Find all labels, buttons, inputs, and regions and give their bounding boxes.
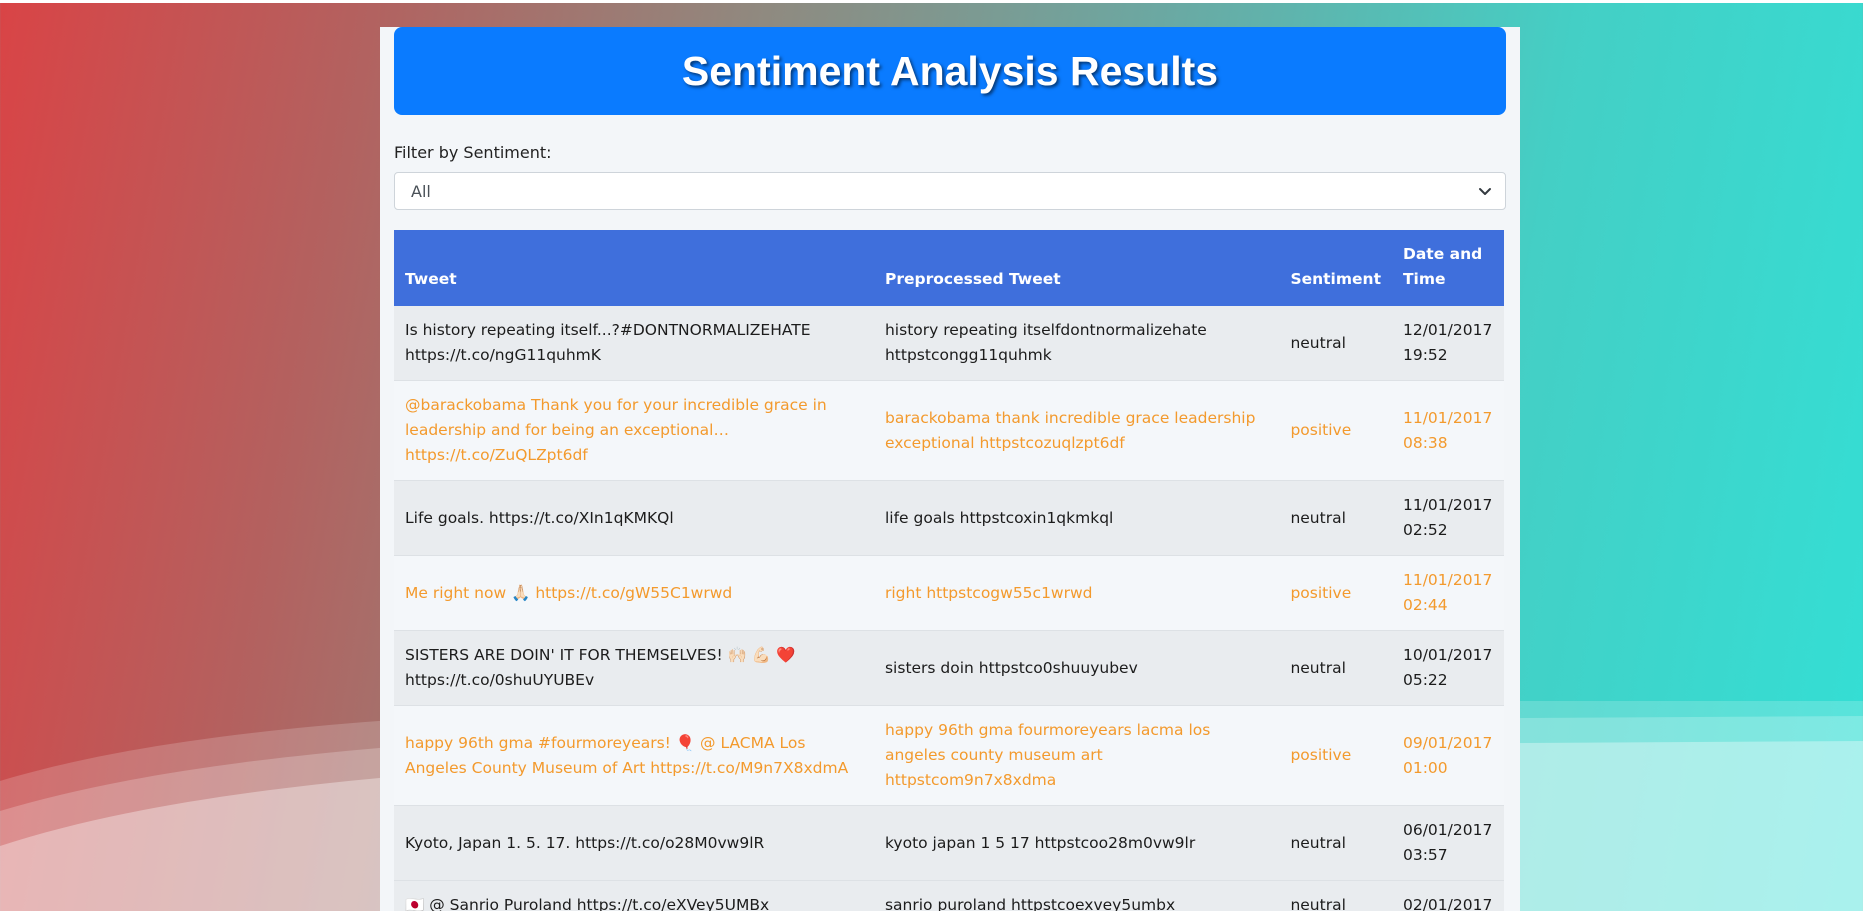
column-header-datetime: Date and Time — [1391, 230, 1504, 306]
sentiment-cell: neutral — [1279, 630, 1392, 706]
preprocessed-cell: history repeating itselfdontnormalizehat… — [873, 306, 1280, 381]
datetime-cell: 11/01/2017 02:52 — [1391, 480, 1504, 556]
datetime-cell: 12/01/2017 19:52 — [1391, 306, 1504, 381]
preprocessed-cell: kyoto japan 1 5 17 httpstcoo28m0vw9lr — [873, 805, 1280, 881]
table-row: Is history repeating itself...?#DONTNORM… — [394, 306, 1504, 381]
table-row: happy 96th gma #fourmoreyears! 🎈 @ LACMA… — [394, 705, 1504, 806]
column-header-sentiment: Sentiment — [1279, 230, 1392, 306]
preprocessed-cell: life goals httpstcoxin1qkmkql — [873, 480, 1280, 556]
column-header-tweet: Tweet — [394, 230, 874, 306]
column-header-preprocessed: Preprocessed Tweet — [873, 230, 1280, 306]
tweet-cell: Is history repeating itself...?#DONTNORM… — [394, 306, 874, 381]
sentiment-cell: neutral — [1279, 306, 1392, 381]
table-row: @barackobama Thank you for your incredib… — [394, 380, 1504, 481]
preprocessed-cell: barackobama thank incredible grace leade… — [873, 380, 1280, 481]
sentiment-cell: neutral — [1279, 480, 1392, 556]
sentiment-filter-select[interactable]: All — [394, 172, 1506, 210]
sentiment-cell: positive — [1279, 705, 1392, 806]
tweet-cell: SISTERS ARE DOIN' IT FOR THEMSELVES! 🙌🏻 … — [394, 630, 874, 706]
tweet-cell: Me right now 🙏🏻 https://t.co/gW55C1wrwd — [394, 555, 874, 631]
chevron-down-icon — [1479, 188, 1491, 195]
sentiment-filter-value: All — [411, 181, 431, 201]
preprocessed-cell: sanrio puroland httpstcoexvey5umbx — [873, 880, 1280, 911]
tweet-cell: Life goals. https://t.co/XIn1qKMKQl — [394, 480, 874, 556]
top-strip — [0, 0, 1863, 3]
tweet-cell: Kyoto, Japan 1. 5. 17. https://t.co/o28M… — [394, 805, 874, 881]
datetime-cell: 02/01/2017 — [1391, 880, 1504, 911]
table-row: SISTERS ARE DOIN' IT FOR THEMSELVES! 🙌🏻 … — [394, 630, 1504, 706]
page-title: Sentiment Analysis Results — [681, 47, 1219, 94]
tweet-cell: @barackobama Thank you for your incredib… — [394, 380, 874, 481]
tweet-cell: 🇯🇵 @ Sanrio Puroland https://t.co/eXVey5… — [394, 880, 874, 911]
datetime-cell: 06/01/2017 03:57 — [1391, 805, 1504, 881]
results-table: Tweet Preprocessed Tweet Sentiment Date … — [394, 230, 1504, 911]
table-row: Kyoto, Japan 1. 5. 17. https://t.co/o28M… — [394, 805, 1504, 881]
table-row: 🇯🇵 @ Sanrio Puroland https://t.co/eXVey5… — [394, 880, 1504, 911]
sentiment-cell: positive — [1279, 555, 1392, 631]
results-card: Sentiment Analysis Results Filter by Sen… — [380, 27, 1520, 911]
datetime-cell: 09/01/2017 01:00 — [1391, 705, 1504, 806]
datetime-cell: 10/01/2017 05:22 — [1391, 630, 1504, 706]
sentiment-cell: neutral — [1279, 805, 1392, 881]
datetime-cell: 11/01/2017 08:38 — [1391, 380, 1504, 481]
page-header: Sentiment Analysis Results — [394, 27, 1506, 115]
datetime-cell: 11/01/2017 02:44 — [1391, 555, 1504, 631]
sentiment-cell: positive — [1279, 380, 1392, 481]
sentiment-cell: neutral — [1279, 880, 1392, 911]
table-row: Life goals. https://t.co/XIn1qKMKQl life… — [394, 480, 1504, 556]
table-row: Me right now 🙏🏻 https://t.co/gW55C1wrwd … — [394, 555, 1504, 631]
preprocessed-cell: happy 96th gma fourmoreyears lacma los a… — [873, 705, 1280, 806]
table-header-row: Tweet Preprocessed Tweet Sentiment Date … — [394, 230, 1504, 306]
filter-label: Filter by Sentiment: — [394, 143, 552, 162]
preprocessed-cell: right httpstcogw55c1wrwd — [873, 555, 1280, 631]
tweet-cell: happy 96th gma #fourmoreyears! 🎈 @ LACMA… — [394, 705, 874, 806]
preprocessed-cell: sisters doin httpstco0shuuyubev — [873, 630, 1280, 706]
